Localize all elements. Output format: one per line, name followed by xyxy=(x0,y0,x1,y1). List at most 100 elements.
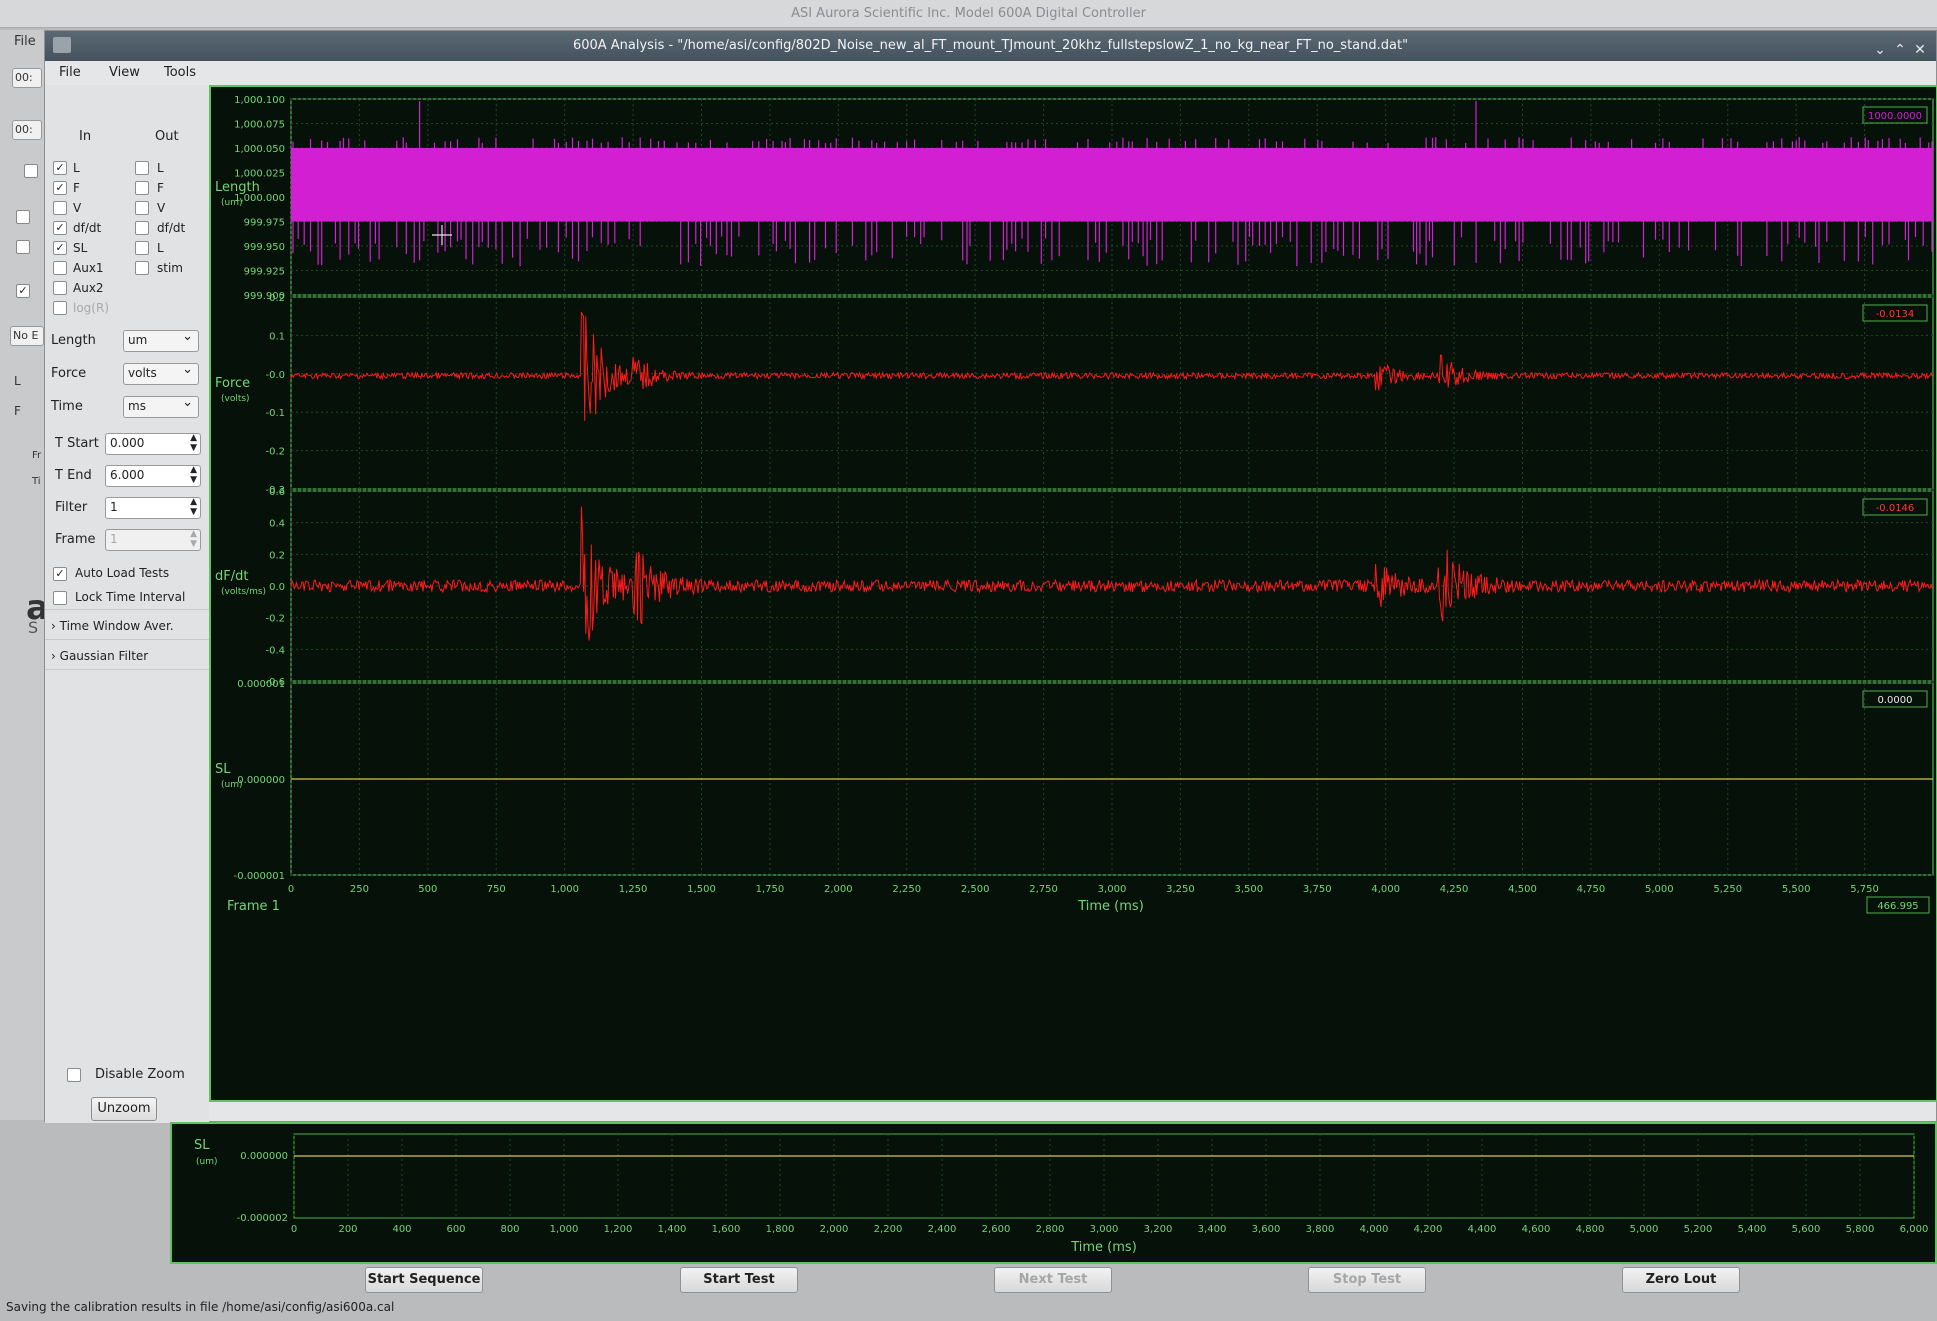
bg-checkbox[interactable] xyxy=(16,240,30,254)
out-channel-checkbox[interactable] xyxy=(135,221,149,235)
x-tick-label: 1,000 xyxy=(550,884,579,895)
bg-x-tick-label: 200 xyxy=(338,1224,357,1235)
unit-select[interactable]: um xyxy=(123,329,199,352)
spin-value: 6.000 xyxy=(110,468,145,482)
in-channel-checkbox[interactable] xyxy=(53,201,67,215)
y-tick-label: 999.975 xyxy=(244,218,285,229)
x-tick-label: 1,750 xyxy=(756,884,785,895)
plot-svg[interactable]: 1,000.100 1,000.075 1,000.050 1,000.025 1,00… xyxy=(211,87,1936,1100)
x-tick-label: 4,750 xyxy=(1577,884,1606,895)
start-sequence-button[interactable]: Start Sequence xyxy=(365,1267,483,1293)
in-channel-checkbox[interactable]: ✓ xyxy=(53,221,67,235)
bg-time-field-2[interactable]: 00: xyxy=(12,120,42,140)
menu-tools[interactable]: Tools xyxy=(164,65,196,80)
y-tick-label: 0.4 xyxy=(269,519,285,530)
bg-x-tick-label: 5,400 xyxy=(1738,1224,1767,1235)
plot-area[interactable]: 1,000.100 1,000.075 1,000.050 1,000.025 1,00… xyxy=(209,85,1937,1102)
unit-select[interactable]: ms xyxy=(123,395,199,418)
bg-x-tick-label: 1,400 xyxy=(658,1224,687,1235)
out-channel-checkbox[interactable] xyxy=(135,161,149,175)
bg-checkbox[interactable]: ✓ xyxy=(16,284,30,298)
out-channel-checkbox[interactable] xyxy=(135,261,149,275)
unit-label: Time xyxy=(51,399,83,414)
spin-arrows-icon[interactable]: ▲ ▼ xyxy=(190,529,197,549)
status-bar: Saving the calibration results in file /… xyxy=(6,1300,395,1314)
spin-input[interactable]: 1 ▲ ▼ xyxy=(105,529,201,551)
spin-input[interactable]: 1 ▲ ▼ xyxy=(105,497,201,519)
bg-time-field-1[interactable]: 00: xyxy=(12,68,42,88)
menu-file[interactable]: File xyxy=(59,65,81,80)
bg-x-tick-label: 2,000 xyxy=(820,1224,849,1235)
bg-no-event-field[interactable]: No E xyxy=(10,326,44,346)
out-channel-checkbox[interactable] xyxy=(135,241,149,255)
length-band xyxy=(291,148,1933,222)
spin-arrows-icon[interactable]: ▲ ▼ xyxy=(190,465,197,485)
unit-label: Length xyxy=(51,333,96,348)
y-tick-label: 0.1 xyxy=(269,331,285,342)
out-channel-label: df/dt xyxy=(157,221,186,235)
spin-arrows-icon[interactable]: ▲ ▼ xyxy=(190,433,197,453)
channel-name: Length xyxy=(215,180,260,195)
in-channel-checkbox[interactable] xyxy=(53,281,67,295)
out-channel-checkbox[interactable] xyxy=(135,201,149,215)
bg-window-title: ASI Aurora Scientific Inc. Model 600A Di… xyxy=(791,6,1146,21)
control-panel: In Out ✓ L ✓ F V ✓ df/dt ✓ SL Aux1 Aux2 log… xyxy=(45,85,209,1123)
lock-time-label: Lock Time Interval xyxy=(75,590,186,604)
out-channel-label: L xyxy=(157,161,164,175)
crosshair-cursor xyxy=(432,225,452,245)
in-channel-checkbox[interactable]: ✓ xyxy=(53,181,67,195)
zero-lout-button[interactable]: Zero Lout xyxy=(1622,1267,1740,1293)
bg-logo-s: S xyxy=(28,618,39,637)
x-tick-label: 1,250 xyxy=(619,884,648,895)
out-header: Out xyxy=(155,129,179,144)
out-channel-checkbox[interactable] xyxy=(135,181,149,195)
spin-input[interactable]: 0.000 ▲ ▼ xyxy=(105,433,201,455)
bg-channel-unit: (um) xyxy=(196,1157,218,1167)
readout-value: -0.0146 xyxy=(1876,503,1915,514)
bg-checkbox[interactable] xyxy=(24,164,38,178)
stop-test-button[interactable]: Stop Test xyxy=(1308,1267,1426,1293)
y-tick-label: -0.000001 xyxy=(234,871,285,882)
unit-label: Force xyxy=(51,366,87,381)
lock-time-checkbox[interactable] xyxy=(53,591,67,605)
bg-x-tick-label: 2,200 xyxy=(874,1224,903,1235)
bg-x-tick-label: 1,600 xyxy=(712,1224,741,1235)
bg-channel-name: SL xyxy=(194,1138,210,1153)
bg-file-menu[interactable]: File xyxy=(14,34,36,49)
time-window-expander[interactable]: › Time Window Aver. xyxy=(51,619,174,633)
disable-zoom-checkbox[interactable] xyxy=(67,1068,81,1082)
bg-label-ti: Ti xyxy=(32,476,41,487)
unit-select-value: ms xyxy=(128,399,146,413)
start-test-button[interactable]: Start Test xyxy=(680,1267,798,1293)
spin-input[interactable]: 6.000 ▲ ▼ xyxy=(105,465,201,487)
auto-load-checkbox[interactable]: ✓ xyxy=(53,567,67,581)
channel-unit: (um) xyxy=(221,780,243,790)
x-tick-label: 0 xyxy=(288,884,294,895)
in-channel-checkbox[interactable] xyxy=(53,301,67,315)
menu-view[interactable]: View xyxy=(109,65,140,80)
bg-x-tick-label: 1,000 xyxy=(550,1224,579,1235)
in-channel-checkbox[interactable] xyxy=(53,261,67,275)
gaussian-filter-expander[interactable]: › Gaussian Filter xyxy=(51,649,148,663)
channel-unit: (volts) xyxy=(221,394,250,404)
window-title: 600A Analysis - "/home/asi/config/802D_N… xyxy=(572,38,1409,53)
readout-value: 1000.0000 xyxy=(1868,111,1922,122)
y-tick-label: 1,000.050 xyxy=(234,144,285,155)
in-channel-label: V xyxy=(73,201,82,215)
y-tick-label: 0.0 xyxy=(269,582,285,593)
in-channel-checkbox[interactable]: ✓ xyxy=(53,161,67,175)
in-channel-label: Aux1 xyxy=(73,261,104,275)
unit-select[interactable]: volts xyxy=(123,362,199,385)
bg-x-tick-label: 3,600 xyxy=(1252,1224,1281,1235)
x-readout: 466.995 xyxy=(1877,901,1918,912)
out-channel-label: F xyxy=(157,181,164,195)
x-tick-label: 250 xyxy=(350,884,369,895)
bg-x-tick-label: 4,600 xyxy=(1522,1224,1551,1235)
next-test-button[interactable]: Next Test xyxy=(994,1267,1112,1293)
x-tick-label: 4,500 xyxy=(1508,884,1537,895)
spin-arrows-icon[interactable]: ▲ ▼ xyxy=(190,497,197,517)
unzoom-button[interactable]: Unzoom xyxy=(91,1097,157,1121)
in-channel-checkbox[interactable]: ✓ xyxy=(53,241,67,255)
x-tick-label: 3,000 xyxy=(1098,884,1127,895)
bg-checkbox[interactable] xyxy=(16,210,30,224)
